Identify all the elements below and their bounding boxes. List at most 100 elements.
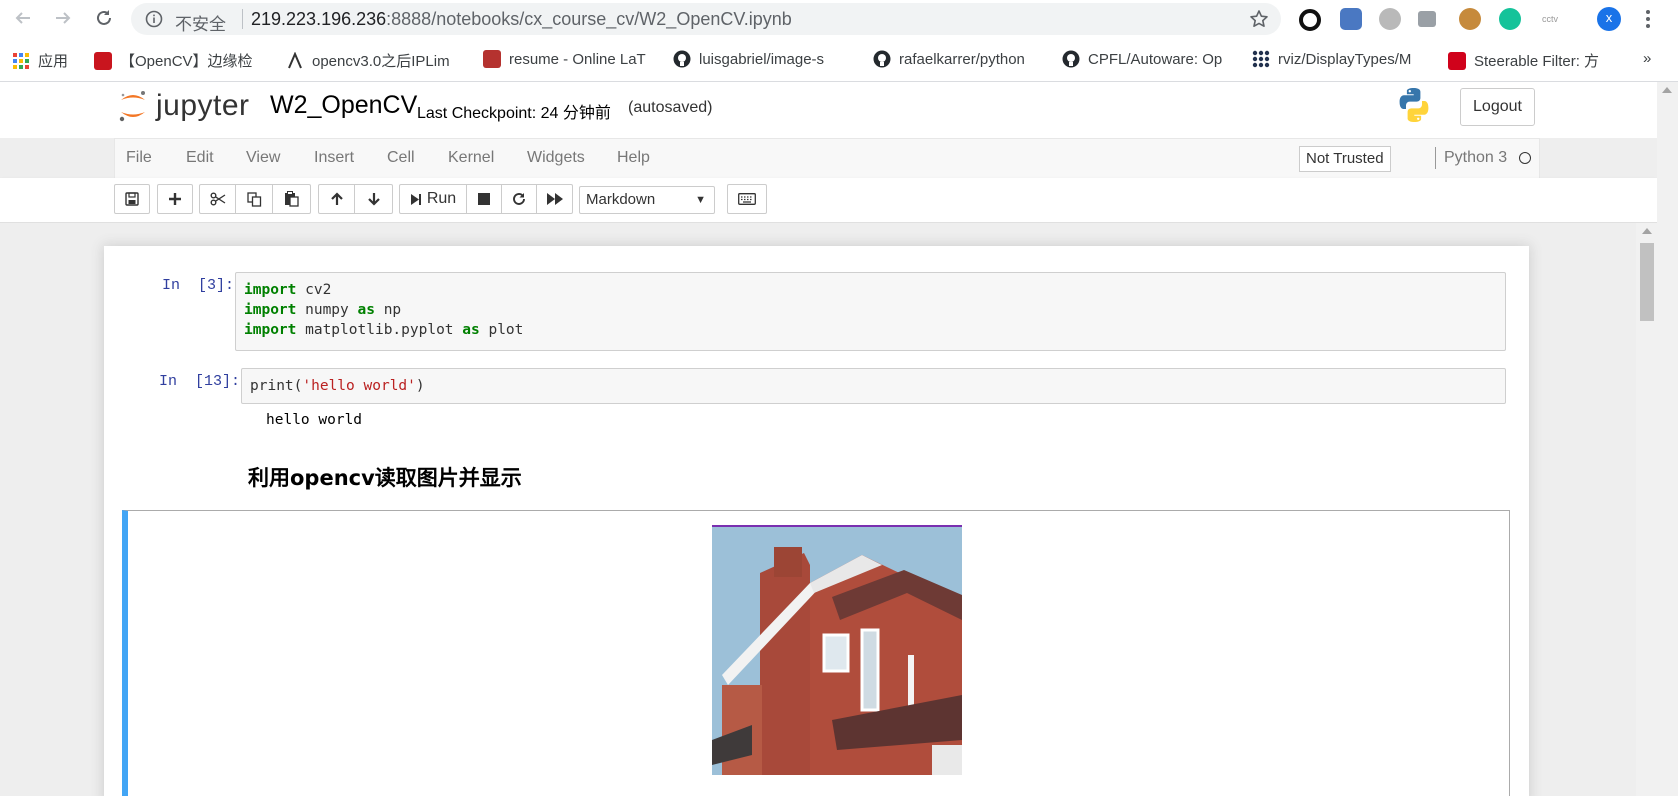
restart-run-all-button[interactable] <box>537 184 573 214</box>
move-cell-up-button[interactable] <box>318 184 355 214</box>
browser-toolbar: 不安全 219.223.196.236:8888/notebooks/cx_co… <box>0 0 1678 38</box>
kernel-name[interactable]: Python 3 <box>1444 149 1507 167</box>
bookmark-item[interactable]: rafaelkarrer/python <box>873 50 1025 68</box>
menu-widgets[interactable]: Widgets <box>527 149 585 167</box>
github-icon <box>673 50 691 68</box>
bookmark-star-icon[interactable] <box>1249 9 1269 29</box>
bookmark-item[interactable]: rviz/DisplayTypes/M <box>1252 50 1411 68</box>
kernel-divider <box>1435 147 1436 169</box>
code-cell-input[interactable]: print('hello world') <box>241 368 1506 404</box>
menu-insert[interactable]: Insert <box>314 149 354 167</box>
browser-menu-icon[interactable] <box>1646 9 1650 29</box>
bookmark-label: CPFL/Autoware: Op <box>1088 50 1223 68</box>
bookmark-item[interactable]: opencv3.0之后IPLim <box>286 50 450 71</box>
reload-button[interactable] <box>91 5 117 31</box>
extension-translate-icon[interactable] <box>1340 8 1362 30</box>
bookmark-label: luisgabriel/image-s <box>699 50 825 68</box>
code-keyword: as <box>357 302 375 318</box>
code-keyword: as <box>462 322 480 338</box>
back-button[interactable] <box>10 5 36 31</box>
bookmarks-overflow-button[interactable]: » <box>1643 50 1651 67</box>
save-button[interactable] <box>114 184 150 214</box>
paste-cell-button[interactable] <box>273 184 311 214</box>
code-token: ) <box>415 378 425 394</box>
python-logo-icon <box>1399 88 1429 122</box>
code-keyword: import <box>244 322 297 338</box>
reload-icon <box>97 10 111 25</box>
url-path: /notebooks/cx_course_cv/W2_OpenCV.ipynb <box>431 9 792 29</box>
jupyter-header: jupyter W2_OpenCV Last Checkpoint: 24 分钟… <box>0 82 1657 138</box>
blog-icon <box>286 50 304 70</box>
huawei-icon <box>1448 51 1466 70</box>
bookmark-label: 应用 <box>38 53 69 70</box>
house-photo-image <box>712 525 962 775</box>
extension-cctv-icon[interactable]: cctv <box>1539 8 1561 30</box>
extension-grammarly-icon[interactable] <box>1499 8 1521 30</box>
extension-circle-icon[interactable] <box>1299 9 1321 31</box>
command-palette-button[interactable] <box>727 184 767 214</box>
bookmark-item[interactable]: 应用 <box>12 50 68 71</box>
url-host: 219.223.196.236 <box>251 9 387 29</box>
page-scroll-up-arrow-icon[interactable] <box>1662 86 1672 94</box>
menu-file[interactable]: File <box>126 149 152 167</box>
autosave-status: (autosaved) <box>628 99 713 116</box>
copy-cell-button[interactable] <box>236 184 273 214</box>
cell-prompt: In [3]: <box>161 277 234 294</box>
cut-cell-button[interactable] <box>199 184 236 214</box>
notebook-area: In [3]: import cv2 import numpy as np impo… <box>0 223 1640 796</box>
apps-grid-icon <box>12 52 30 70</box>
code-editor[interactable]: print('hello world') <box>250 376 1497 396</box>
ros-icon <box>1252 50 1270 68</box>
profile-avatar[interactable]: x <box>1597 7 1621 31</box>
bookmark-item[interactable]: CPFL/Autoware: Op <box>1062 50 1222 68</box>
code-line: print('hello world') <box>250 376 1497 396</box>
insert-cell-button[interactable] <box>157 184 193 214</box>
menu-edit[interactable]: Edit <box>186 149 214 167</box>
notebook-menubar: File Edit View Insert Cell Kernel Widgets Help … <box>114 138 1540 180</box>
forward-button[interactable] <box>50 5 76 31</box>
interrupt-kernel-button[interactable] <box>467 184 502 214</box>
code-token: np <box>374 302 402 318</box>
cell-type-select[interactable]: Markdown ▼ <box>579 186 715 214</box>
restart-kernel-button[interactable] <box>502 184 537 214</box>
page-scrollbar[interactable] <box>1657 82 1678 796</box>
bookmark-item[interactable]: luisgabriel/image-s <box>673 50 824 68</box>
jupyter-logo[interactable]: jupyter <box>118 88 250 124</box>
bookmark-item[interactable]: Steerable Filter: 方 <box>1448 50 1599 71</box>
cell-type-value: Markdown <box>586 191 656 208</box>
code-editor[interactable]: import cv2 import numpy as np import matpl… <box>244 280 1497 340</box>
bookmark-label: 【OpenCV】边缘检 <box>120 53 253 70</box>
menu-kernel[interactable]: Kernel <box>448 149 494 167</box>
move-cell-down-button[interactable] <box>355 184 393 214</box>
menu-view[interactable]: View <box>246 149 280 167</box>
markdown-heading: 利用opencv读取图片并显示 <box>248 466 522 490</box>
floppy-disk-icon <box>125 192 139 206</box>
run-cell-button[interactable]: Run <box>399 184 467 214</box>
url-text[interactable]: 219.223.196.236:8888/notebooks/cx_course… <box>251 9 792 30</box>
address-bar[interactable]: 不安全 219.223.196.236:8888/notebooks/cx_co… <box>131 3 1281 35</box>
code-token: numpy <box>296 302 358 318</box>
extension-grey-icon[interactable] <box>1379 8 1401 30</box>
notebook-title[interactable]: W2_OpenCV <box>270 91 417 120</box>
cell-output: hello world <box>266 412 363 428</box>
url-rest: :8888/notebooks/cx_course_cv/W2_OpenCV.i… <box>386 9 792 29</box>
bookmark-label: rafaelkarrer/python <box>899 50 1025 68</box>
copy-icon <box>246 191 261 207</box>
notebook-scrollbar[interactable] <box>1636 223 1658 796</box>
bookmark-item[interactable]: 【OpenCV】边缘检 <box>94 50 253 71</box>
trust-indicator-button[interactable]: Not Trusted <box>1299 146 1391 172</box>
extension-card-icon[interactable] <box>1418 11 1436 27</box>
info-icon[interactable] <box>145 10 163 28</box>
scroll-up-arrow-icon[interactable] <box>1642 227 1652 235</box>
github-icon <box>873 50 891 68</box>
extension-cookie-icon[interactable] <box>1459 8 1481 30</box>
logout-button[interactable]: Logout <box>1460 88 1535 126</box>
menu-cell[interactable]: Cell <box>387 149 415 167</box>
code-line: import numpy as np <box>244 300 1497 320</box>
code-cell-input[interactable]: import cv2 import numpy as np import matpl… <box>235 272 1506 351</box>
scrollbar-thumb[interactable] <box>1640 243 1654 321</box>
selected-markdown-cell[interactable] <box>122 510 1510 796</box>
bookmark-item[interactable]: resume - Online LaT <box>483 50 646 68</box>
menu-help[interactable]: Help <box>617 149 650 167</box>
jupyter-logo-icon <box>119 91 145 122</box>
